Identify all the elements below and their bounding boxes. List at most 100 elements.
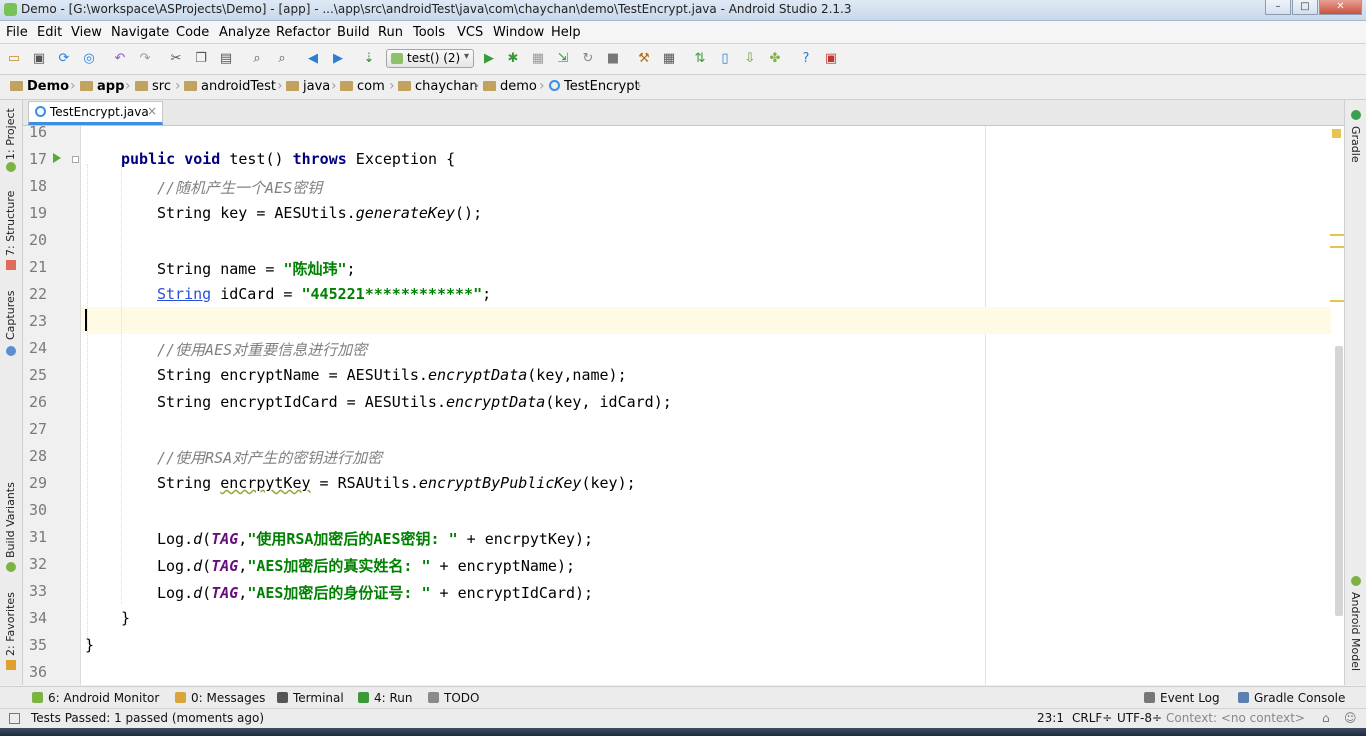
folder-icon <box>398 81 411 91</box>
tool-tab-favorites[interactable]: 2: Favorites <box>4 592 17 656</box>
minimize-button[interactable]: – <box>1265 0 1291 15</box>
menu-view[interactable]: View <box>71 25 102 40</box>
menu-navigate[interactable]: Navigate <box>111 25 169 40</box>
breadcrumb-item-testencrypt[interactable]: TestEncrypt <box>549 79 640 94</box>
sync-project-icon[interactable]: ◎ <box>81 51 97 67</box>
menu-help[interactable]: Help <box>551 25 581 40</box>
breadcrumb-item-demo[interactable]: Demo <box>10 79 69 94</box>
breadcrumb-item-src[interactable]: src <box>135 79 171 94</box>
context-indicator[interactable]: Context: <no context> <box>1166 711 1305 725</box>
tool-tab-project[interactable]: 1: Project <box>4 108 17 160</box>
breadcrumb-item-com[interactable]: com <box>340 79 385 94</box>
replace-icon[interactable]: ⌕ <box>274 51 290 67</box>
sync-icon[interactable]: ⟳ <box>56 51 72 67</box>
run-icon[interactable]: ▶ <box>481 51 497 67</box>
menu-vcs[interactable]: VCS <box>457 25 483 40</box>
warning-marker[interactable] <box>1330 300 1344 302</box>
code-editor[interactable]: 16 17 18 19 20 21 22 23 24 25 26 27 28 2… <box>23 126 1344 685</box>
menu-refactor[interactable]: Refactor <box>276 25 331 40</box>
android-device-monitor-icon[interactable]: ✤ <box>767 51 783 67</box>
line-number: 36 <box>28 663 47 681</box>
line-number: 29 <box>28 474 47 492</box>
breadcrumb-item-java[interactable]: java <box>286 79 330 94</box>
menu-tools[interactable]: Tools <box>413 25 445 40</box>
tool-tab-android-model[interactable]: Android Model <box>1349 592 1362 671</box>
tool-tab-run[interactable]: 4: Run <box>358 691 413 705</box>
indent-guide <box>121 164 122 604</box>
tool-tab-android-monitor[interactable]: 6: Android Monitor <box>32 691 159 705</box>
menu-file[interactable]: File <box>6 25 28 40</box>
sdk-manager-icon[interactable]: ⇩ <box>742 51 758 67</box>
tips-icon[interactable]: ▣ <box>823 51 839 67</box>
warning-marker[interactable] <box>1330 246 1344 248</box>
editor-tab-testencrypt[interactable]: TestEncrypt.java × <box>28 101 163 125</box>
maximize-button[interactable]: □ <box>1292 0 1318 15</box>
paste-icon[interactable]: ▤ <box>218 51 234 67</box>
debug-icon[interactable]: ✱ <box>505 51 521 67</box>
tool-tab-event-log[interactable]: Event Log <box>1144 691 1220 705</box>
attach-debugger-icon[interactable]: ⇲ <box>555 51 571 67</box>
tool-tab-terminal[interactable]: Terminal <box>277 691 344 705</box>
cut-icon[interactable]: ✂ <box>168 51 184 67</box>
breadcrumb-item-demo-package[interactable]: demo <box>483 79 537 94</box>
vertical-scrollbar[interactable] <box>1335 346 1343 616</box>
inspection-status-icon[interactable] <box>1332 129 1341 138</box>
line-separator-selector[interactable]: CRLF÷ <box>1072 711 1112 725</box>
run-icon <box>358 692 369 703</box>
terminal-icon <box>277 692 288 703</box>
breadcrumb-separator: › <box>277 78 283 94</box>
breadcrumb-item-app[interactable]: app <box>80 79 124 94</box>
find-icon[interactable]: ⌕ <box>249 51 265 67</box>
close-icon[interactable]: × <box>147 104 157 118</box>
warning-marker[interactable] <box>1330 234 1344 236</box>
close-button[interactable]: ✕ <box>1319 0 1362 15</box>
menu-analyze[interactable]: Analyze <box>219 25 270 40</box>
tool-tab-build-variants[interactable]: Build Variants <box>4 482 17 558</box>
left-tool-strip: 1: Project 7: Structure Captures Build V… <box>0 100 23 685</box>
project-structure-icon[interactable]: ⚒ <box>636 51 652 67</box>
menu-run[interactable]: Run <box>378 25 403 40</box>
breadcrumb-item-androidtest[interactable]: androidTest <box>184 79 276 94</box>
tool-tab-messages[interactable]: 0: Messages <box>175 691 265 705</box>
menu-edit[interactable]: Edit <box>37 25 62 40</box>
run-configuration-select[interactable]: test() (2) ▾ <box>386 49 474 68</box>
tool-tab-captures[interactable]: Captures <box>4 291 17 340</box>
hector-icon[interactable]: ☺ <box>1344 711 1357 725</box>
save-icon[interactable]: ▣ <box>31 51 47 67</box>
tool-tab-gradle[interactable]: Gradle <box>1349 126 1362 163</box>
make-project-icon[interactable]: ⇣ <box>361 51 377 67</box>
menu-code[interactable]: Code <box>176 25 209 40</box>
run-test-gutter-icon[interactable] <box>53 153 61 163</box>
class-icon <box>35 106 46 117</box>
line-number: 31 <box>28 528 47 546</box>
open-folder-icon[interactable]: ▭ <box>6 51 22 67</box>
menu-build[interactable]: Build <box>337 25 370 40</box>
lock-icon[interactable]: ⌂ <box>1322 711 1330 725</box>
status-message[interactable]: Tests Passed: 1 passed (moments ago) <box>31 711 264 725</box>
gradle-sync-icon[interactable]: ⇅ <box>692 51 708 67</box>
encoding-selector[interactable]: UTF-8÷ <box>1117 711 1162 725</box>
tool-tab-structure[interactable]: 7: Structure <box>4 191 17 256</box>
menu-window[interactable]: Window <box>493 25 544 40</box>
redo-icon[interactable]: ↷ <box>137 51 153 67</box>
todo-icon <box>428 692 439 703</box>
forward-icon[interactable]: ▶ <box>330 51 346 67</box>
rerun-icon[interactable]: ↻ <box>580 51 596 67</box>
toggle-tool-windows-icon[interactable] <box>9 713 20 724</box>
coverage-icon[interactable]: ▦ <box>530 51 546 67</box>
structure-icon[interactable]: ▦ <box>661 51 677 67</box>
fold-icon[interactable] <box>72 156 79 163</box>
caret-position[interactable]: 23:1 <box>1037 711 1064 725</box>
captures-icon <box>6 346 16 356</box>
back-icon[interactable]: ◀ <box>305 51 321 67</box>
stop-icon[interactable]: ■ <box>605 51 621 67</box>
tool-tab-todo[interactable]: TODO <box>428 691 479 705</box>
copy-icon[interactable]: ❐ <box>193 51 209 67</box>
avd-manager-icon[interactable]: ▯ <box>717 51 733 67</box>
undo-icon[interactable]: ↶ <box>112 51 128 67</box>
event-log-icon <box>1144 692 1155 703</box>
help-icon[interactable]: ? <box>798 51 814 67</box>
status-bar: Tests Passed: 1 passed (moments ago) 23:… <box>0 708 1366 729</box>
tool-tab-gradle-console[interactable]: Gradle Console <box>1238 691 1345 705</box>
breadcrumb-item-chaychan[interactable]: chaychan <box>398 79 478 94</box>
